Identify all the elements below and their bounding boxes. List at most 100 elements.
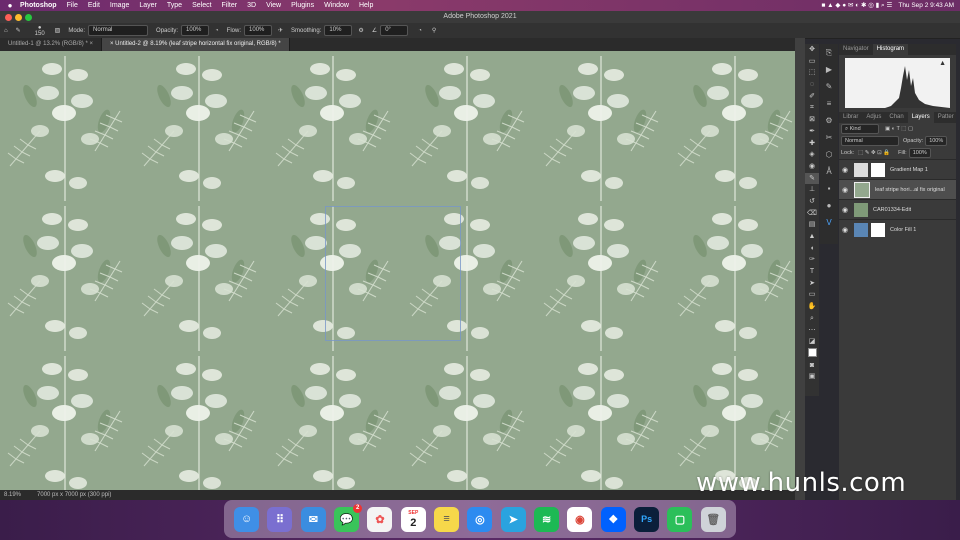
menu-edit[interactable]: Edit [88, 2, 100, 9]
quick-select-tool-icon[interactable]: ✐ [805, 91, 819, 103]
brush-panel-icon[interactable]: ✎ [820, 78, 838, 95]
properties-panel-icon[interactable]: ≡ [820, 95, 838, 112]
symmetry-icon[interactable]: ⚲ [432, 27, 436, 34]
eyedropper-tool-icon[interactable]: ✒ [805, 126, 819, 138]
shape-tool-icon[interactable]: ▭ [805, 289, 819, 301]
launchpad-icon[interactable]: ⠿ [267, 506, 293, 532]
menu-clock[interactable]: Thu Sep 2 9:43 AM [898, 2, 954, 9]
path-select-tool-icon[interactable]: ➤ [805, 278, 819, 290]
zoom-window-button[interactable] [25, 14, 32, 21]
visibility-eye-icon[interactable]: ◉ [839, 226, 851, 234]
type-tool-icon[interactable]: T [805, 266, 819, 278]
layer-row[interactable]: ◉ Color Fill 1 [839, 219, 956, 239]
filter-icons[interactable]: ▣ ◐ T ⬚ ▢ [885, 126, 913, 132]
kind-filter[interactable]: ⌕ Kind [841, 124, 879, 134]
tab-histogram[interactable]: Histogram [872, 44, 909, 55]
spotify-icon[interactable]: ≋ [534, 506, 560, 532]
safari-icon[interactable]: ◎ [467, 506, 493, 532]
tab-untitled-1[interactable]: Untitled-1 @ 13.2% (RGB/8) * × [0, 38, 102, 51]
home-icon[interactable]: ⌂ [4, 28, 8, 34]
menu-layer[interactable]: Layer [139, 2, 157, 9]
marquee-tool-icon[interactable]: ⬚ [805, 67, 819, 79]
gear-icon[interactable]: ⚙ [358, 27, 363, 34]
history-brush-tool-icon[interactable]: ↺ [805, 196, 819, 208]
brush-preset-picker[interactable]: ● 150 [35, 25, 45, 37]
adjustments-panel-icon[interactable]: ⚙ [820, 112, 838, 129]
document-canvas[interactable] [0, 51, 795, 490]
default-colors-icon[interactable]: ◪ [805, 336, 819, 348]
brush-settings-icon[interactable]: ▨ [55, 27, 61, 34]
patch-tool-icon[interactable]: ◈ [805, 149, 819, 161]
menu-type[interactable]: Type [167, 2, 182, 9]
pressure-opacity-icon[interactable]: ◔ [215, 28, 219, 34]
angle-field[interactable]: 0° [380, 25, 409, 36]
history-panel-icon[interactable]: ⎘ [820, 44, 838, 61]
status-icons[interactable]: ■ ▲ ◆ ● ✉ ◐ ✱ ◎ ▮ ⌕ ☰ [821, 1, 892, 10]
photos-icon[interactable]: ✿ [367, 506, 393, 532]
flow-field[interactable]: 100% [244, 25, 273, 36]
blend-mode-select[interactable]: Normal [841, 136, 899, 146]
dropbox-icon[interactable]: ❖ [600, 506, 626, 532]
menu-plugins[interactable]: Plugins [291, 2, 314, 9]
finder-icon[interactable]: ☺ [234, 506, 260, 532]
minimize-window-button[interactable] [15, 14, 22, 21]
layer-opacity-field[interactable]: 100% [925, 136, 948, 146]
sphere-icon[interactable]: ● [820, 197, 838, 214]
notes-icon[interactable]: ≡ [434, 506, 460, 532]
tab-untitled-2[interactable]: × Untitled-2 @ 8.19% (leaf stripe horizo… [101, 38, 290, 51]
layer-row[interactable]: ◉ Gradient Map 1 [839, 159, 956, 179]
mail-icon[interactable]: ✉ [300, 506, 326, 532]
tab-layers[interactable]: Layers [907, 112, 934, 123]
tab-adjustments[interactable]: Adjus [862, 112, 885, 123]
airbrush-icon[interactable]: ✈ [278, 27, 283, 34]
zoom-level[interactable]: 8.19% [4, 492, 21, 498]
brush-tool-icon[interactable]: ✎ [805, 172, 819, 185]
zoom-tool-icon[interactable]: ⌕ [805, 313, 819, 325]
brush-tool-icon[interactable]: ✎ [16, 27, 21, 34]
menu-3d[interactable]: 3D [247, 2, 256, 9]
lock-icons[interactable]: ⬚ ✎ ✥ ⊡ 🔒 [858, 150, 890, 156]
channels-mini-icon[interactable]: ▪ [820, 180, 838, 197]
calendar-icon[interactable]: SEP 2 [400, 506, 426, 532]
messages-icon[interactable]: 💬 2 [334, 503, 363, 532]
menu-app-name[interactable]: Photoshop [20, 2, 57, 9]
tab-channels[interactable]: Chan [885, 112, 907, 123]
menu-file[interactable]: File [67, 2, 78, 9]
plugin-v-icon[interactable]: V [820, 214, 838, 231]
crop-tool-icon[interactable]: ⌗ [805, 102, 819, 114]
fill-field[interactable]: 100% [908, 148, 931, 158]
tab-navigator[interactable]: Navigator [839, 44, 873, 55]
frame-tool-icon[interactable]: ⊠ [805, 114, 819, 126]
layer-row[interactable]: ◉ leaf stripe hori...al fix original [839, 179, 956, 199]
menu-image[interactable]: Image [110, 2, 129, 9]
apple-icon[interactable]: ● [0, 1, 20, 10]
menu-select[interactable]: Select [192, 2, 211, 9]
clone-stamp-tool-icon[interactable]: ⊥ [805, 184, 819, 196]
color-swatches[interactable] [805, 347, 819, 360]
actions-panel-icon[interactable]: ▶ [820, 61, 838, 78]
close-icon[interactable]: × [110, 41, 114, 47]
photoshop-icon[interactable]: Ps [634, 506, 660, 532]
menu-help[interactable]: Help [359, 2, 373, 9]
visibility-eye-icon[interactable]: ◉ [839, 166, 851, 174]
move-tool-icon[interactable]: ✥ [805, 44, 819, 56]
eraser-tool-icon[interactable]: ⌫ [805, 208, 819, 220]
smoothing-field[interactable]: 10% [324, 25, 353, 36]
artboard-tool-icon[interactable]: ▭ [805, 56, 819, 68]
quick-mask-icon[interactable]: ◙ [805, 360, 819, 372]
dodge-tool-icon[interactable]: ◖ [805, 243, 819, 255]
menu-filter[interactable]: Filter [222, 2, 238, 9]
close-window-button[interactable] [5, 14, 12, 21]
chrome-icon[interactable]: ◉ [567, 506, 593, 532]
telegram-icon[interactable]: ➤ [500, 506, 526, 532]
mode-select[interactable]: Normal [88, 25, 149, 36]
3d-panel-icon[interactable]: ⬡ [820, 146, 838, 163]
tab-patterns[interactable]: Patter [934, 112, 958, 123]
pressure-size-icon[interactable]: ◔ [418, 28, 422, 34]
healing-brush-tool-icon[interactable]: ✚ [805, 138, 819, 150]
menu-view[interactable]: View [266, 2, 281, 9]
screen-mode-icon[interactable]: ▣ [805, 371, 819, 383]
hand-tool-icon[interactable]: ✋ [805, 301, 819, 313]
blur-tool-icon[interactable]: ▲ [805, 231, 819, 243]
tool-presets-icon[interactable]: ✂ [820, 129, 838, 146]
